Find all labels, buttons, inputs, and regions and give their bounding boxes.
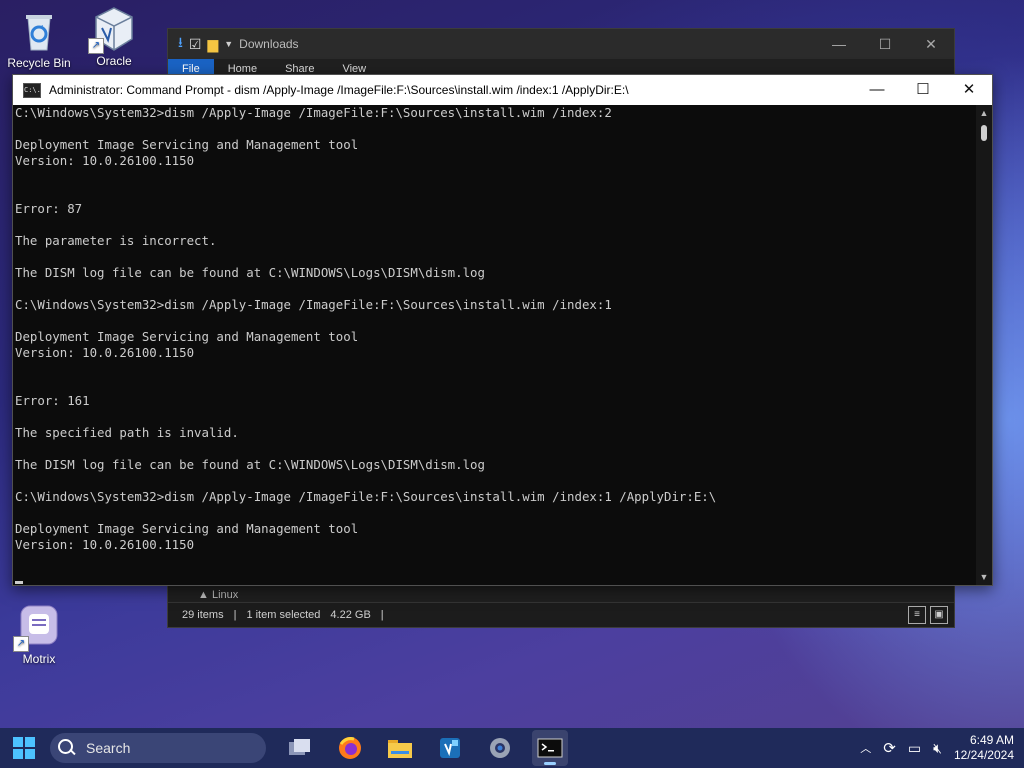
terminal-line: Version: 10.0.26100.1150 xyxy=(15,345,195,360)
maximize-button[interactable]: ☐ xyxy=(900,75,946,105)
maximize-button[interactable]: ☐ xyxy=(862,36,908,53)
windows-logo-icon xyxy=(13,737,35,759)
virtualbox-icon[interactable] xyxy=(432,730,468,766)
settings-icon[interactable] xyxy=(482,730,518,766)
quick-access-toolbar: ⭳ ☑ ▆ ▼ xyxy=(168,32,233,56)
search-box[interactable]: Search xyxy=(50,733,266,763)
terminal-line: The parameter is incorrect. xyxy=(15,233,217,248)
text-cursor xyxy=(15,581,23,584)
clock[interactable]: 6:49 AM 12/24/2024 xyxy=(954,733,1014,763)
desktop-icon-recycle-bin[interactable]: Recycle Bin xyxy=(2,8,76,70)
terminal-line: Version: 10.0.26100.1150 xyxy=(15,537,195,552)
details-view-icon[interactable]: ≡ xyxy=(908,606,926,624)
command-prompt-window[interactable]: C:\. Administrator: Command Prompt - dis… xyxy=(12,74,993,586)
terminal-line: The DISM log file can be found at C:\WIN… xyxy=(15,265,485,280)
motrix-icon: ↗ xyxy=(13,604,61,652)
cmd-titlebar[interactable]: C:\. Administrator: Command Prompt - dis… xyxy=(13,75,992,105)
clock-time: 6:49 AM xyxy=(969,733,1014,747)
close-button[interactable]: ✕ xyxy=(946,75,992,105)
terminal-line: Error: 87 xyxy=(15,201,83,216)
terminal-line: Version: 10.0.26100.1150 xyxy=(15,153,195,168)
network-icon[interactable]: ▭ xyxy=(908,740,921,757)
terminal-line: C:\Windows\System32>dism /Apply-Image /I… xyxy=(15,105,612,120)
terminal-output[interactable]: C:\Windows\System32>dism /Apply-Image /I… xyxy=(13,105,976,585)
selection-size: 4.22 GB xyxy=(330,609,371,621)
shortcut-arrow-icon: ↗ xyxy=(88,38,104,54)
volume-muted-icon[interactable]: 🔇︎ xyxy=(933,740,942,757)
folder-icon[interactable]: ▆ xyxy=(207,36,218,53)
window-title: Downloads xyxy=(239,37,299,51)
desktop-icon-oracle[interactable]: ↗ Oracle xyxy=(77,6,151,68)
taskbar: Search ︿ ⟳ ▭ 🔇︎ 6:49 AM 12/24/2024 xyxy=(0,728,1024,768)
large-icons-view-icon[interactable]: ▣ xyxy=(930,606,948,624)
terminal-line: Error: 161 xyxy=(15,393,90,408)
navigation-pane-bottom: ▲ Linux xyxy=(168,587,954,603)
explorer-titlebar[interactable]: ⭳ ☑ ▆ ▼ Downloads — ☐ ✕ xyxy=(168,29,954,59)
cmd-app-icon: C:\. xyxy=(23,82,41,98)
desktop-icon-label: Motrix xyxy=(22,652,56,666)
firefox-icon[interactable] xyxy=(332,730,368,766)
scroll-thumb[interactable] xyxy=(981,125,987,141)
scroll-up-icon[interactable]: ▲ xyxy=(976,105,992,121)
terminal-icon[interactable] xyxy=(532,730,568,766)
search-icon xyxy=(58,739,76,757)
task-view-icon[interactable] xyxy=(282,730,318,766)
desktop-icon-label: Recycle Bin xyxy=(7,56,71,70)
system-tray: ︿ ⟳ ▭ 🔇︎ 6:49 AM 12/24/2024 xyxy=(860,733,1024,763)
chevron-down-icon[interactable]: ▼ xyxy=(224,39,233,49)
terminal-line: C:\Windows\System32>dism /Apply-Image /I… xyxy=(15,489,717,504)
nav-item-linux[interactable]: ▲ Linux xyxy=(198,589,238,601)
start-button[interactable] xyxy=(0,728,48,768)
search-label: Search xyxy=(86,740,131,756)
terminal-line: The specified path is invalid. xyxy=(15,425,239,440)
file-explorer-icon[interactable] xyxy=(382,730,418,766)
desktop-icon-label: Oracle xyxy=(96,54,132,68)
sync-icon[interactable]: ⟳ xyxy=(883,739,896,757)
shortcut-arrow-icon: ↗ xyxy=(13,636,29,652)
recycle-bin-icon xyxy=(17,8,61,52)
download-icon[interactable]: ⭳ xyxy=(178,32,183,56)
terminal-line: The DISM log file can be found at C:\WIN… xyxy=(15,457,485,472)
status-bar: 29 items | 1 item selected 4.22 GB | ≡ ▣ xyxy=(168,602,954,627)
properties-icon[interactable]: ☑ xyxy=(189,36,202,53)
terminal-line: Deployment Image Servicing and Managemen… xyxy=(15,137,359,152)
desktop-icon-motrix[interactable]: ↗ Motrix xyxy=(2,604,76,666)
virtualbox-icon: ↗ xyxy=(88,6,136,54)
minimize-button[interactable]: — xyxy=(854,75,900,105)
terminal-line: Deployment Image Servicing and Managemen… xyxy=(15,329,359,344)
terminal-line: C:\Windows\System32>dism /Apply-Image /I… xyxy=(15,297,612,312)
scroll-down-icon[interactable]: ▼ xyxy=(976,569,992,585)
clock-date: 12/24/2024 xyxy=(953,748,1014,762)
item-count: 29 items xyxy=(182,609,224,621)
selection-count: 1 item selected xyxy=(246,609,321,621)
close-button[interactable]: ✕ xyxy=(908,36,954,53)
window-title: Administrator: Command Prompt - dism /Ap… xyxy=(49,83,629,97)
chevron-up-icon[interactable]: ︿ xyxy=(860,740,871,756)
minimize-button[interactable]: — xyxy=(816,36,862,53)
terminal-line: Deployment Image Servicing and Managemen… xyxy=(15,521,359,536)
vertical-scrollbar[interactable]: ▲ ▼ xyxy=(976,105,992,585)
